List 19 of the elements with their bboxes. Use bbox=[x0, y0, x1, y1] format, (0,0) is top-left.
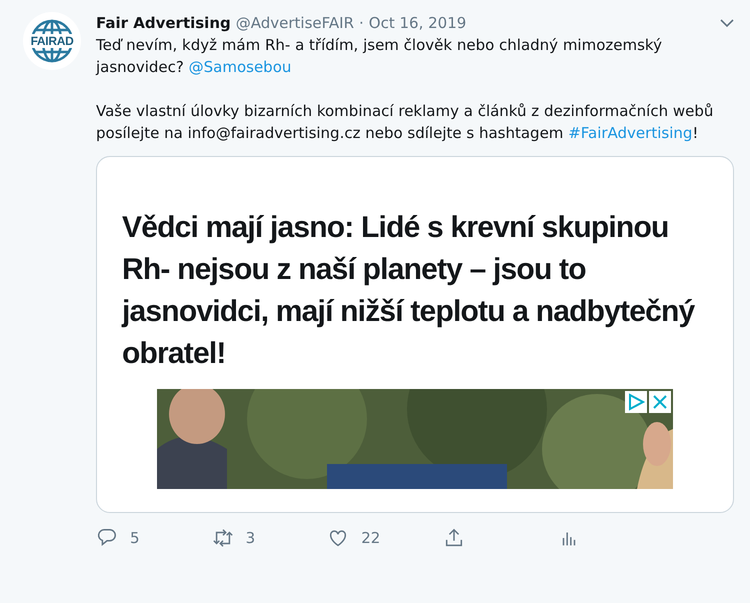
author-name[interactable]: Fair Advertising bbox=[96, 14, 231, 32]
separator: · bbox=[359, 14, 364, 32]
tweet-text: Teď nevím, když mám Rh- a třídím, jsem člověk nebo chladný mimozemský jasnovidec? @Samosebou bbox=[96, 35, 663, 78]
tweet-date[interactable]: Oct 16, 2019 bbox=[368, 14, 466, 32]
speech-bubble-icon[interactable] bbox=[96, 527, 118, 549]
avatar-logo-text: FAIRAD bbox=[30, 34, 74, 48]
link[interactable]: @Samosebou bbox=[188, 58, 292, 76]
link-card[interactable]: Vědci mají jasno: Lidé s krevní skupinou Rh- nejsou z naší planety – jsou to jasnovidci, mají nižší teplotu a nadbytečný obratel! bbox=[96, 156, 734, 513]
tweet-text: Vaše vlastní úlovky bizarních kombinací reklamy a článků z dezinformačních webů posílejte na info@fairadvertising.cz nebo sdílejte s hashtagem #FairAdvertising! bbox=[96, 101, 714, 144]
retweet-icon[interactable] bbox=[212, 527, 234, 549]
action-count: 3 bbox=[246, 529, 256, 547]
caret-icon[interactable] bbox=[720, 18, 734, 28]
action-count: 5 bbox=[130, 529, 140, 547]
card-headline: Vědci mají jasno: Lidé s krevní skupinou Rh- nejsou z naší planety – jsou to jasnovidci, mají nižší teplotu a nadbytečný obratel! bbox=[122, 210, 696, 372]
action-count: 22 bbox=[361, 529, 380, 547]
link[interactable]: #FairAdvertising bbox=[568, 124, 692, 142]
author-handle[interactable]: @AdvertiseFAIR bbox=[236, 14, 354, 32]
avatar[interactable]: FAIRAD bbox=[23, 12, 81, 70]
close-icon[interactable] bbox=[649, 391, 671, 413]
